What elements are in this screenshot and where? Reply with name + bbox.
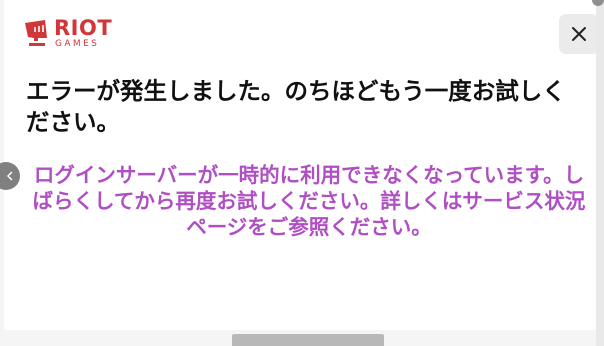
riot-games-logo: RIOT GAMES — [24, 16, 116, 52]
error-message: ログインサーバーが一時的に利用できなくなっています。しばらくしてから再度お試しく… — [32, 163, 586, 239]
error-title: エラーが発生しました。のちほどもう一度お試しください。 — [26, 77, 566, 136]
chevron-left-icon — [6, 171, 13, 181]
window-edge — [596, 0, 604, 346]
riot-fist-icon — [25, 20, 47, 46]
logo-brand-bottom: GAMES — [55, 39, 100, 49]
bottom-toolbar — [232, 334, 384, 346]
error-dialog: RIOT GAMES エラーが発生しました。のちほどもう一度お試しください。 ロ… — [4, 0, 599, 330]
close-button[interactable] — [559, 14, 599, 54]
screen: RIOT GAMES エラーが発生しました。のちほどもう一度お試しください。 ロ… — [0, 0, 604, 346]
logo-brand-top: RIOT — [54, 16, 113, 40]
close-icon — [572, 27, 586, 41]
